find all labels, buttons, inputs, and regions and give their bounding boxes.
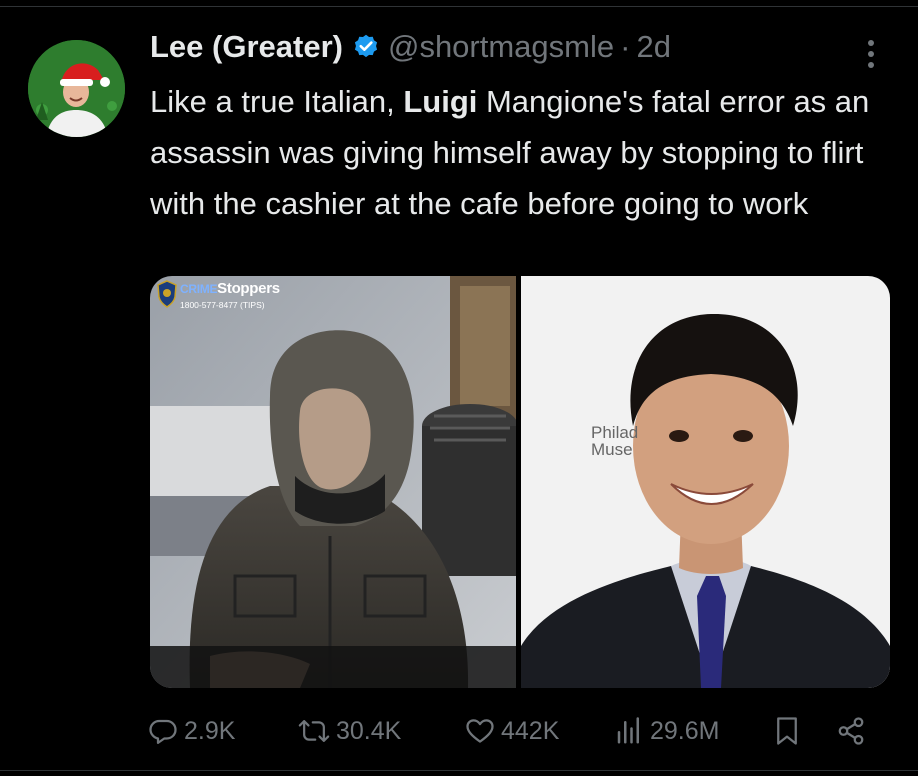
top-divider [0,6,918,7]
views-count: 29.6M [650,716,720,745]
like-icon [466,719,494,743]
post-age[interactable]: 2d [636,29,670,65]
post-text-part-1: Like a true Italian, [150,84,404,119]
backdrop-text: Philad Muse [591,424,638,458]
action-bar: 2.9K 30.4K 442K 29.6M [0,708,918,758]
views-icon [617,717,639,744]
like-count: 442K [501,716,560,745]
media-container[interactable]: CRIMEStoppers 1800-577-8477 (TIPS) Phila… [150,276,890,688]
like-button[interactable]: 442K [465,708,559,754]
bookmark-icon [777,717,797,745]
share-icon [838,717,864,745]
handle[interactable]: @shortmagsmle [388,29,614,65]
backdrop-line-1: Philad [591,423,639,442]
surveillance-photo[interactable]: CRIMEStoppers 1800-577-8477 (TIPS) [150,276,518,688]
avatar-image [28,40,125,137]
reply-icon [149,719,177,744]
display-name[interactable]: Lee (Greater) [150,29,343,65]
separator: · [620,29,631,64]
avatar[interactable] [28,40,125,137]
reply-button[interactable]: 2.9K [148,708,235,754]
post-text-bold: Luigi [403,84,478,119]
backdrop-line-2: Muse [591,440,633,459]
bookmark-button[interactable] [774,708,800,754]
share-button[interactable] [836,708,866,754]
verified-badge-icon[interactable] [352,33,380,61]
reply-count: 2.9K [184,716,236,745]
post-header: Lee (Greater) @shortmagsmle · 2d [150,28,671,66]
crimestoppers-prefix: CRIME [180,282,218,296]
repost-icon [298,720,330,742]
crimestoppers-title: CRIMEStoppers [180,280,280,297]
bottom-divider [0,770,918,771]
more-icon[interactable] [858,34,884,74]
repost-count: 30.4K [336,716,402,745]
portrait-photo[interactable]: Philad Muse [521,276,890,688]
views-button[interactable]: 29.6M [614,708,719,754]
crimestoppers-suffix: Stoppers [217,280,280,297]
crimestoppers-badge-icon [156,280,178,316]
post-text: Like a true Italian, Luigi Mangione's fa… [150,76,900,229]
repost-button[interactable]: 30.4K [298,708,401,754]
crimestoppers-phone: 1800-577-8477 (TIPS) [180,300,265,310]
